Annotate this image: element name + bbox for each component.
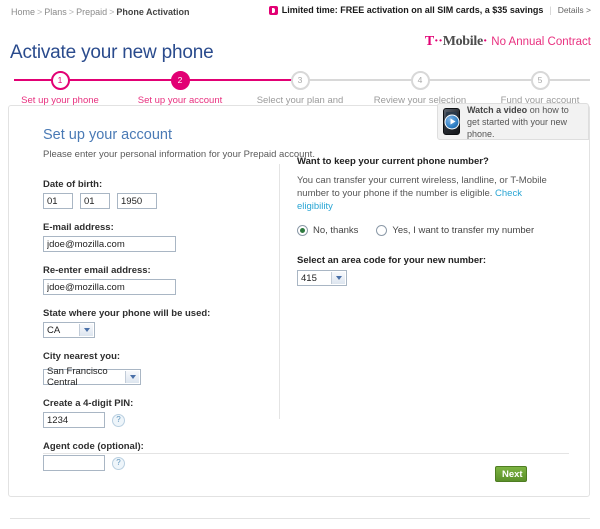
state-select-value: CA [47, 324, 61, 336]
promo-divider: | [549, 5, 552, 15]
question-mark-icon[interactable]: ? [112, 413, 125, 427]
chevron-down-icon [331, 272, 345, 284]
email-confirm-label: Re-enter email address: [43, 265, 151, 276]
stepper-step-5-number: 5 [530, 71, 550, 90]
tmobile-logo: T··Mobile· [424, 34, 488, 49]
stepper-step-1-number: 1 [50, 71, 70, 90]
email-label: E-mail address: [43, 222, 114, 233]
breadcrumb-item-phone-activation: Phone Activation [116, 7, 190, 17]
page-header: Activate your new phone T··Mobile· No An… [0, 29, 600, 63]
state-label: State where your phone will be used: [43, 308, 211, 319]
chevron-down-icon [79, 324, 93, 336]
date-of-birth-label: Date of birth: [43, 179, 103, 190]
transfer-description: You can transfer your current wireless, … [297, 174, 557, 213]
watch-video-lead: Watch a video [467, 104, 528, 115]
footer-divider [43, 453, 569, 454]
brand-tagline: No Annual Contract [491, 36, 591, 48]
agent-code-input[interactable] [43, 455, 105, 471]
stepper-step-3-number: 3 [290, 71, 310, 90]
area-code-label: Select an area code for your new number: [297, 255, 486, 266]
breadcrumb-separator: > [68, 7, 75, 17]
agent-code-field: Agent code (optional): ? [43, 441, 243, 471]
page-title: Activate your new phone [10, 41, 214, 63]
breadcrumb-separator: > [37, 7, 43, 17]
account-setup-panel: Watch a video on how to get started with… [8, 103, 590, 497]
radio-no-thanks-label[interactable]: No, thanks [313, 225, 358, 236]
form-subtitle: Please enter your personal information f… [43, 149, 315, 160]
email-field: E-mail address: [43, 222, 243, 252]
watch-video-promo[interactable]: Watch a video on how to get started with… [437, 103, 589, 140]
phone-play-video-icon [443, 108, 460, 135]
radio-yes-transfer-label[interactable]: Yes, I want to transfer my number [392, 225, 534, 236]
promo-banner-text: Limited time: FREE activation on all SIM… [281, 5, 544, 15]
email-confirm-input[interactable] [43, 279, 176, 295]
radio-no-thanks[interactable] [297, 225, 308, 236]
number-transfer-column: Want to keep your current phone number? … [297, 156, 577, 286]
breadcrumb-item-home[interactable]: Home [11, 7, 35, 17]
agent-code-label: Agent code (optional): [43, 441, 144, 452]
personal-info-column: Date of birth: E-mail address: Re-enter … [43, 179, 243, 484]
email-confirm-field: Re-enter email address: [43, 265, 243, 295]
tmobile-square-icon [268, 5, 278, 15]
top-bar: Home > Plans > Prepaid > Phone Activation Limi… [0, 0, 600, 27]
city-field: City nearest you: San Francisco Central [43, 351, 243, 388]
radio-yes-transfer[interactable] [376, 225, 388, 236]
city-label: City nearest you: [43, 351, 121, 362]
pin-label: Create a 4-digit PIN: [43, 398, 134, 409]
stepper-step-4-number: 4 [410, 71, 430, 90]
transfer-title: Want to keep your current phone number? [297, 156, 489, 167]
area-code-field: Select an area code for your new number:… [297, 255, 577, 286]
breadcrumb: Home > Plans > Prepaid > Phone Activation [11, 7, 190, 17]
pin-field: Create a 4-digit PIN: ? [43, 398, 243, 428]
area-code-select[interactable]: 415 [297, 270, 347, 286]
column-divider [279, 164, 280, 419]
form-header: Set up your account Please enter your pe… [43, 127, 315, 160]
stepper-step-2-number: 2 [170, 71, 190, 90]
form-title: Set up your account [43, 127, 172, 143]
state-select[interactable]: CA [43, 322, 95, 338]
pin-input[interactable] [43, 412, 105, 428]
chevron-down-icon [125, 371, 139, 383]
date-of-birth-field: Date of birth: [43, 179, 243, 209]
breadcrumb-item-prepaid[interactable]: Prepaid [76, 7, 107, 17]
watch-video-text: Watch a video on how to get started with… [467, 104, 583, 140]
date-of-birth-month-input[interactable] [43, 193, 73, 209]
breadcrumb-item-plans[interactable]: Plans [44, 7, 67, 17]
transfer-options: No, thanks Yes, I want to transfer my nu… [297, 225, 577, 236]
breadcrumb-separator: > [109, 7, 115, 17]
area-code-select-value: 415 [301, 272, 317, 284]
promo-banner: Limited time: FREE activation on all SIM… [268, 5, 591, 15]
progress-stepper: 1 Set up your phone 2 Set up your accoun… [0, 67, 600, 117]
date-of-birth-year-input[interactable] [117, 193, 157, 209]
city-select[interactable]: San Francisco Central [43, 366, 141, 388]
brand-lockup: T··Mobile· No Annual Contract [425, 34, 591, 50]
question-mark-icon[interactable]: ? [112, 456, 125, 470]
email-input[interactable] [43, 236, 176, 252]
state-field: State where your phone will be used: CA [43, 308, 243, 338]
next-button[interactable]: Next [495, 466, 527, 482]
page-bottom-divider [10, 518, 590, 519]
promo-details-link[interactable]: Details > [558, 5, 591, 15]
play-button-icon [444, 114, 459, 129]
date-of-birth-day-input[interactable] [80, 193, 110, 209]
